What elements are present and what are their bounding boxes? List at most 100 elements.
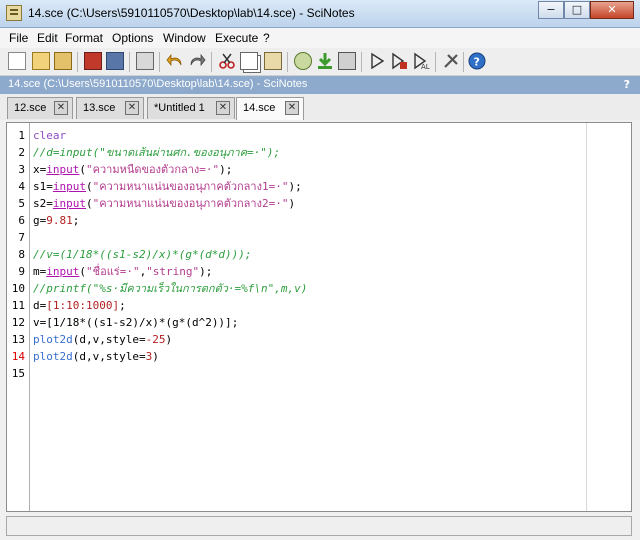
code-token: m= [33, 265, 47, 278]
toolbar-separator [463, 52, 464, 72]
copy-icon[interactable] [240, 52, 258, 70]
run-icon[interactable] [368, 52, 386, 70]
code-token: v= [33, 316, 47, 329]
code-token: ; [231, 316, 239, 329]
code-token: //printf("%s·มีความเร็วในการตกตัว·=%f\n"… [33, 282, 308, 295]
line-number-gutter: 1 2 3 4 5 6 7 8 9 10 11 12 13 14 15 [7, 123, 30, 511]
redo-icon[interactable] [188, 52, 206, 70]
code-line[interactable]: m=input("ชื่อแร่=·","string"); [33, 263, 212, 280]
code-token: ( [79, 163, 86, 176]
svg-text:?: ? [474, 56, 480, 69]
code-line[interactable]: //v=(1/18*((s1-s2)/x)*(g*(d*d))); [33, 246, 252, 263]
code-line[interactable]: //printf("%s·มีความเร็วในการตกตัว·=%f\n"… [33, 280, 307, 297]
line-number: 6 [18, 214, 25, 227]
code-line[interactable]: s1=input("ความหนาแน่นของอนุภาคตัวกลาง1=·… [33, 178, 302, 195]
code-token: s2= [33, 197, 53, 210]
code-editor[interactable]: 1 2 3 4 5 6 7 8 9 10 11 12 13 14 15 clear//d=input("ขน… [6, 122, 632, 512]
help-icon[interactable]: ? [468, 52, 486, 70]
toolbar-separator [211, 52, 212, 72]
cut-icon[interactable] [218, 52, 236, 70]
close-tab-icon[interactable]: ✕ [125, 101, 139, 115]
code-line[interactable]: d=[1:10:1000]; [33, 297, 126, 314]
tab-label: *Untitled 1 [154, 102, 205, 114]
close-tab-icon[interactable]: ✕ [54, 101, 68, 115]
toolbar-separator [435, 52, 436, 72]
close-button[interactable]: ✕ [590, 1, 634, 19]
code-line[interactable]: //d=input("ขนาดเส้นผ่านศก.ของอนุภาค=·"); [33, 144, 280, 161]
menu-file[interactable]: File [9, 31, 28, 45]
print-icon[interactable] [136, 52, 154, 70]
variable-browser-icon[interactable] [442, 52, 460, 70]
code-token: x= [33, 163, 47, 176]
new-file-icon[interactable] [8, 52, 26, 70]
window-title: 14.sce (C:\Users\5910110570\Desktop\lab\… [28, 6, 355, 20]
line-number: 1 [18, 129, 25, 142]
toolbar-separator [77, 52, 78, 72]
maximize-button[interactable]: □ [564, 1, 590, 19]
help-button[interactable]: ? [624, 78, 630, 91]
code-token: ) [288, 197, 296, 210]
code-token: ); [288, 180, 302, 193]
code-line[interactable]: s2=input("ความหนาแน่นของอนุภาคตัวกลาง2=·… [33, 195, 295, 212]
code-token: input [46, 163, 80, 176]
tab-13-sce[interactable]: 13.sce ✕ [76, 97, 144, 119]
line-number: 5 [18, 197, 25, 210]
save-icon[interactable] [84, 52, 102, 70]
menu-edit[interactable]: Edit [37, 31, 58, 45]
code-token: ; [72, 214, 80, 227]
code-token: [1:10:1000] [46, 299, 120, 312]
minimize-button[interactable]: − [538, 1, 564, 19]
menu-options[interactable]: Options [112, 31, 153, 45]
code-token: ) [165, 333, 173, 346]
code-token: ( [86, 197, 93, 210]
code-line[interactable]: plot2d(d,v,style=-25) [33, 331, 172, 348]
open-folder-icon[interactable] [54, 52, 72, 70]
line-number: 4 [18, 180, 25, 193]
code-token: -25 [145, 333, 166, 346]
open-file-icon[interactable] [32, 52, 50, 70]
tab-untitled-1[interactable]: *Untitled 1 ✕ [147, 97, 235, 119]
code-token: input [46, 265, 80, 278]
menu-window[interactable]: Window [163, 31, 206, 45]
toolbar-separator [129, 52, 130, 72]
save-as-icon[interactable] [106, 52, 124, 70]
menu-format[interactable]: Format [65, 31, 103, 45]
find-replace-icon[interactable] [294, 52, 312, 70]
execute-icon[interactable] [338, 52, 356, 70]
status-bar [6, 516, 632, 536]
line-number: 7 [18, 231, 25, 244]
code-token: //d=input("ขนาดเส้นผ่านศก.ของอนุภาค=·"); [33, 146, 281, 159]
code-token: input [52, 197, 86, 210]
menu-execute[interactable]: Execute [215, 31, 258, 45]
load-into-scilab-icon[interactable] [316, 52, 334, 70]
toolbar-separator [159, 52, 160, 72]
menu-help[interactable]: ? [263, 31, 270, 45]
code-token: 9.81 [46, 214, 73, 227]
code-line[interactable]: clear [33, 127, 66, 144]
right-margin-line [586, 123, 587, 511]
paste-icon[interactable] [264, 52, 282, 70]
stop-icon[interactable]: ALL [412, 52, 430, 70]
code-token: ); [219, 163, 233, 176]
title-bar[interactable]: 14.sce (C:\Users\5910110570\Desktop\lab\… [0, 0, 640, 28]
code-token: g= [33, 214, 47, 227]
code-line[interactable]: x=input("ความหนืดของตัวกลาง=·"); [33, 161, 232, 178]
document-path-bar: 14.sce (C:\Users\5910110570\Desktop\lab\… [0, 76, 640, 94]
code-token: "ความหนาแน่นของอนุภาคตัวกลาง1=·" [92, 180, 289, 193]
code-line[interactable]: plot2d(d,v,style=3) [33, 348, 159, 365]
step-icon[interactable] [390, 52, 408, 70]
close-tab-icon[interactable]: ✕ [285, 101, 299, 115]
line-number: 15 [11, 367, 25, 380]
close-tab-icon[interactable]: ✕ [216, 101, 230, 115]
tab-14-sce[interactable]: 14.sce ✕ [236, 97, 304, 120]
tab-label: 13.sce [83, 102, 116, 114]
undo-icon[interactable] [166, 52, 184, 70]
code-token: (d,v,style= [72, 333, 146, 346]
line-number: 8 [18, 248, 25, 261]
code-token: ( [79, 265, 86, 278]
code-line[interactable]: g=9.81; [33, 212, 79, 229]
tab-12-sce[interactable]: 12.sce ✕ [7, 97, 73, 119]
tab-bar: 12.sce ✕ 13.sce ✕ *Untitled 1 ✕ 14.sce ✕ [0, 94, 640, 120]
toolbar: ALL ? [0, 48, 640, 76]
code-line[interactable]: v=[1/18*((s1-s2)/x)*(g*(d^2))]; [33, 314, 238, 331]
